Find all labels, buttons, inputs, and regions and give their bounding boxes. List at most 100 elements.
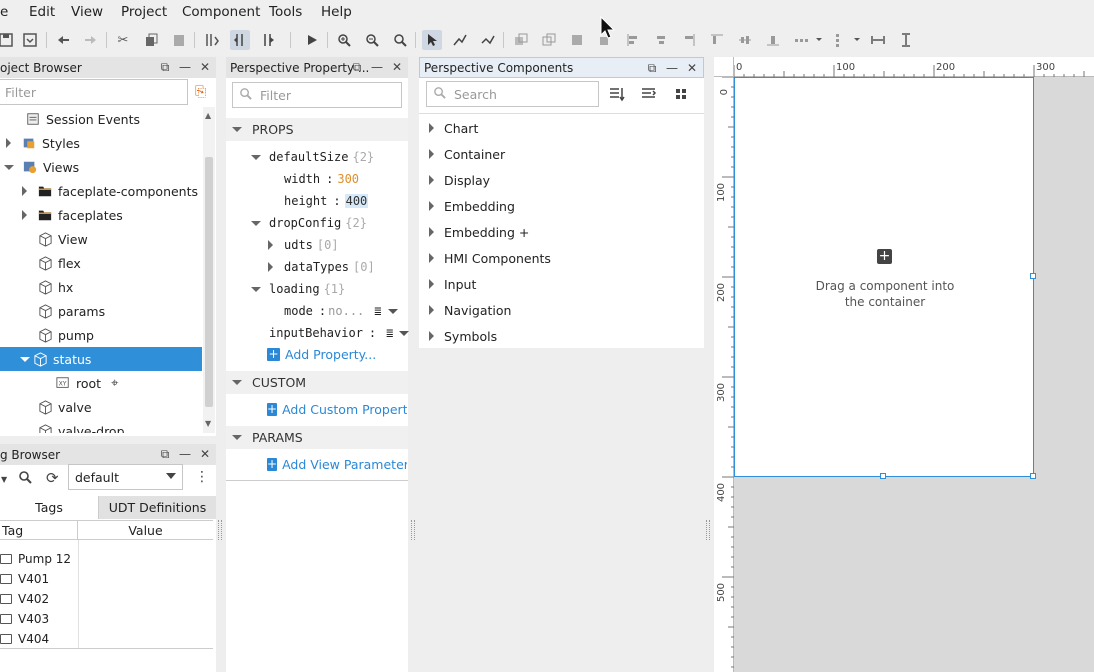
- category-display[interactable]: Display: [419, 167, 704, 193]
- more-options-icon[interactable]: ⋮: [195, 469, 209, 485]
- prop-dropconfig[interactable]: dropConfig {2}: [251, 216, 367, 230]
- restore-icon[interactable]: ⧉: [645, 61, 659, 75]
- menu-help[interactable]: Help: [321, 4, 352, 20]
- cut-icon[interactable]: ✂: [113, 30, 133, 50]
- section-custom[interactable]: CUSTOM: [226, 371, 408, 394]
- resize-handle-bottom-right[interactable]: [1030, 473, 1036, 479]
- align-center-icon[interactable]: [651, 30, 671, 50]
- prop-inputbehavior[interactable]: inputBehavior: ≣: [269, 326, 410, 340]
- menu-file[interactable]: e: [0, 4, 8, 20]
- resize-handle-right[interactable]: [1030, 273, 1036, 279]
- list-icon[interactable]: ≣: [386, 326, 393, 340]
- category-input[interactable]: Input: [419, 271, 704, 297]
- menu-project[interactable]: Project: [121, 4, 167, 20]
- prop-mode[interactable]: mode: no... ≣: [284, 304, 398, 318]
- section-params[interactable]: PARAMS: [226, 426, 408, 449]
- restore-icon[interactable]: ⧉: [158, 447, 172, 461]
- minimize-icon[interactable]: —: [665, 61, 679, 75]
- add-custom-property-button[interactable]: +Add Custom Property...: [267, 402, 407, 417]
- category-symbols[interactable]: Symbols: [419, 323, 704, 349]
- minimize-icon[interactable]: —: [370, 60, 384, 74]
- column-value[interactable]: Value: [78, 521, 213, 539]
- minimize-icon[interactable]: —: [178, 60, 192, 74]
- category-chart[interactable]: Chart: [419, 115, 704, 141]
- property-filter-input[interactable]: Filter: [232, 82, 402, 108]
- tag-row[interactable]: V401: [0, 569, 49, 589]
- category-navigation[interactable]: Navigation: [419, 297, 704, 323]
- tag-row[interactable]: V404: [0, 629, 49, 649]
- tree-item-styles[interactable]: Styles: [6, 131, 80, 155]
- align-middle-icon[interactable]: [735, 30, 755, 50]
- menu-view[interactable]: View: [71, 4, 103, 20]
- tag-row[interactable]: Pump 12: [0, 549, 71, 569]
- chevron-down-icon[interactable]: [847, 30, 867, 50]
- prop-height[interactable]: height:400: [284, 194, 369, 208]
- tab-udt-definitions[interactable]: UDT Definitions: [98, 496, 216, 519]
- category-container[interactable]: Container: [419, 141, 704, 167]
- zoom-fit-icon[interactable]: [390, 30, 410, 50]
- tree-scrollbar[interactable]: ▲ ▼: [203, 107, 215, 433]
- splitter-handle[interactable]: [706, 520, 710, 540]
- category-embedding[interactable]: Embedding: [419, 193, 704, 219]
- paste-icon[interactable]: [169, 30, 189, 50]
- match-height-icon[interactable]: [896, 30, 916, 50]
- copy-icon[interactable]: [141, 30, 161, 50]
- align-bottom-icon[interactable]: [763, 30, 783, 50]
- scroll-down-icon[interactable]: ▼: [205, 419, 211, 428]
- splitter-handle[interactable]: [411, 520, 415, 540]
- chevron-down-icon[interactable]: [399, 330, 410, 336]
- distribute-horizontal-icon[interactable]: [791, 30, 811, 50]
- restore-icon[interactable]: ⧉: [350, 60, 364, 74]
- prop-loading[interactable]: loading {1}: [251, 282, 345, 296]
- align-right-icon[interactable]: [679, 30, 699, 50]
- distribute-vertical-icon[interactable]: [827, 30, 847, 50]
- play-icon[interactable]: [302, 30, 322, 50]
- tree-item-flex[interactable]: flex: [37, 251, 81, 275]
- tree-item-valve-drop[interactable]: valve-drop: [37, 419, 125, 433]
- reshape-tool-icon[interactable]: [478, 30, 498, 50]
- tag-row[interactable]: V403: [0, 609, 49, 629]
- tree-item-session-events[interactable]: Session Events: [25, 107, 140, 131]
- align-top-icon[interactable]: [707, 30, 727, 50]
- sort-icon[interactable]: [609, 86, 625, 105]
- height-value[interactable]: 400: [344, 194, 369, 208]
- grid-view-icon[interactable]: [675, 88, 687, 103]
- section-props[interactable]: PROPS: [226, 118, 408, 141]
- undo-icon[interactable]: [53, 30, 73, 50]
- tree-item-pump[interactable]: pump: [37, 323, 94, 347]
- tree-item-view[interactable]: View: [37, 227, 88, 251]
- chevron-down-icon[interactable]: ▼: [1, 475, 7, 484]
- width-value[interactable]: 300: [337, 172, 359, 186]
- group-icon[interactable]: [511, 30, 531, 50]
- category-hmi-components[interactable]: HMI Components: [419, 245, 704, 271]
- refresh-icon[interactable]: ⟳: [46, 469, 59, 487]
- prop-datatypes[interactable]: dataTypes [0]: [268, 260, 375, 274]
- select-tool-icon[interactable]: [422, 30, 442, 50]
- ungroup-icon[interactable]: [539, 30, 559, 50]
- project-filter-input[interactable]: Filter: [0, 79, 188, 105]
- tree-item-root[interactable]: XY root ⌖: [55, 371, 118, 395]
- component-search-input[interactable]: Search: [426, 81, 599, 107]
- chevron-down-icon[interactable]: [387, 308, 398, 314]
- align-left-icon[interactable]: [623, 30, 643, 50]
- close-icon[interactable]: ✕: [390, 60, 404, 74]
- tree-item-faceplate-components[interactable]: faceplate-components: [22, 179, 198, 203]
- close-icon[interactable]: ✕: [198, 60, 212, 74]
- locate-icon[interactable]: ⎘: [195, 84, 206, 100]
- resize-handle-bottom[interactable]: [880, 473, 886, 479]
- prop-udts[interactable]: udts [0]: [268, 238, 339, 252]
- scroll-up-icon[interactable]: ▲: [205, 111, 211, 120]
- tree-item-faceplates[interactable]: faceplates: [22, 203, 123, 227]
- tree-item-params[interactable]: params: [37, 299, 105, 323]
- menu-edit[interactable]: Edit: [29, 4, 55, 20]
- connect-tool-icon[interactable]: [450, 30, 470, 50]
- designer-canvas[interactable]: 0 100 200 300 0 100 200 300 400 500 + Dr…: [714, 57, 1094, 672]
- bring-front-icon[interactable]: [567, 30, 587, 50]
- tab-tags[interactable]: Tags: [0, 496, 98, 519]
- prop-width[interactable]: width:300: [284, 172, 359, 186]
- scroll-thumb[interactable]: [205, 157, 213, 407]
- zoom-in-icon[interactable]: [334, 30, 354, 50]
- tree-item-views[interactable]: Views: [4, 155, 79, 179]
- add-view-parameter-button[interactable]: + Add View Parameter...: [267, 457, 407, 472]
- tree-item-valve[interactable]: valve: [37, 395, 92, 419]
